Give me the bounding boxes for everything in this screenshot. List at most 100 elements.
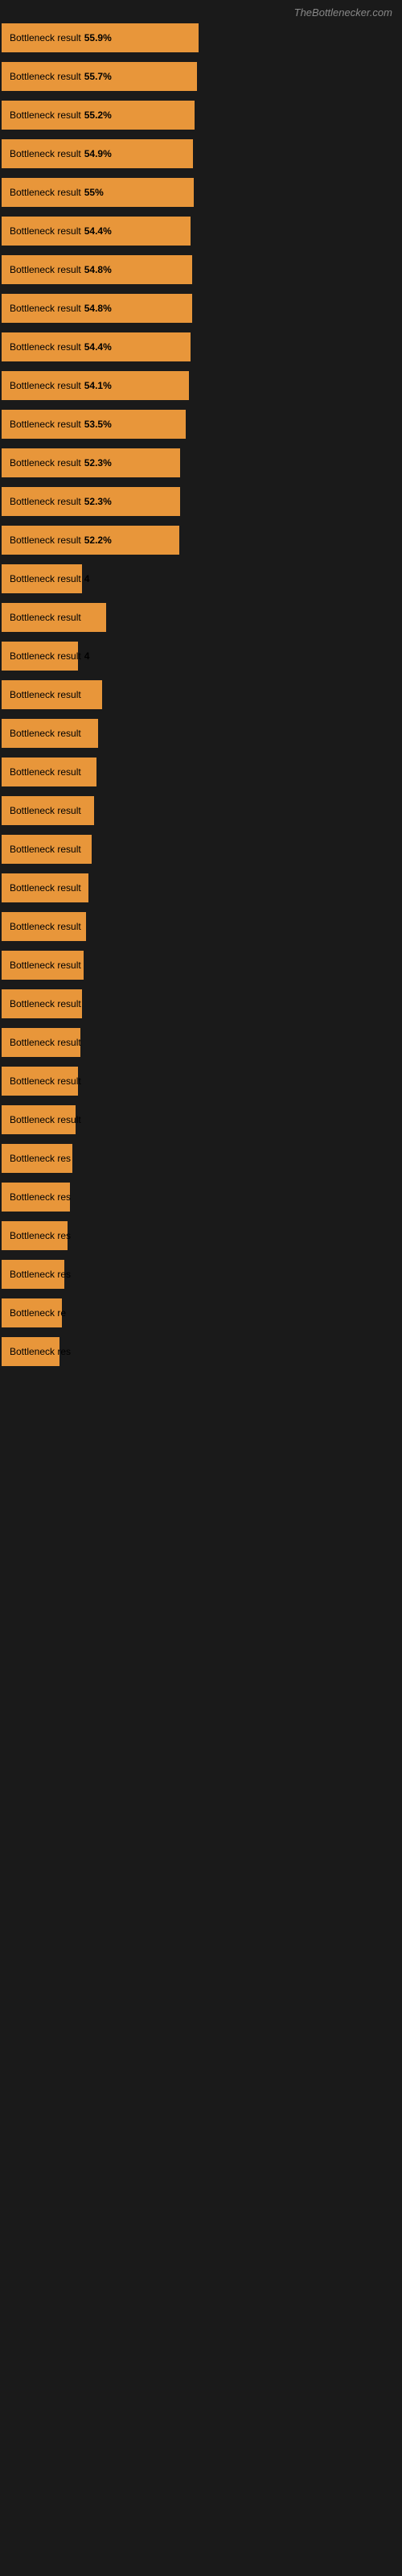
row-gap-21 bbox=[0, 865, 402, 872]
row-gap-16 bbox=[0, 672, 402, 679]
bar-row-14: Bottleneck result4 bbox=[0, 563, 402, 595]
bar-label-3: Bottleneck result bbox=[6, 148, 81, 159]
bar-30: Bottleneck res bbox=[2, 1183, 70, 1212]
bar-row-17: Bottleneck result bbox=[0, 679, 402, 711]
bar-label-1: Bottleneck result bbox=[6, 71, 81, 82]
bar-label-13: Bottleneck result bbox=[6, 535, 81, 546]
bar-value-2: 55.2% bbox=[84, 109, 112, 121]
bar-value-12: 52.3% bbox=[84, 496, 112, 507]
bar-value-11: 52.3% bbox=[84, 457, 112, 469]
bar-row-12: Bottleneck result52.3% bbox=[0, 485, 402, 518]
bar-label-30: Bottleneck res bbox=[6, 1191, 71, 1203]
row-gap-23 bbox=[0, 943, 402, 949]
bar-label-23: Bottleneck result bbox=[6, 921, 81, 932]
bar-row-32: Bottleneck res bbox=[0, 1258, 402, 1290]
row-gap-13 bbox=[0, 556, 402, 563]
bar-label-15: Bottleneck result bbox=[6, 612, 81, 623]
bar-label-21: Bottleneck result bbox=[6, 844, 81, 855]
row-gap-34 bbox=[0, 1368, 402, 1374]
bar-label-22: Bottleneck result bbox=[6, 882, 81, 894]
bar-label-4: Bottleneck result bbox=[6, 187, 81, 198]
bar-7: Bottleneck result54.8% bbox=[2, 294, 192, 323]
bar-label-2: Bottleneck result bbox=[6, 109, 81, 121]
bar-24: Bottleneck result bbox=[2, 951, 84, 980]
row-gap-31 bbox=[0, 1252, 402, 1258]
bar-label-19: Bottleneck result bbox=[6, 766, 81, 778]
bar-value-1: 55.7% bbox=[84, 71, 112, 82]
row-gap-19 bbox=[0, 788, 402, 795]
row-gap-1 bbox=[0, 93, 402, 99]
bar-row-0: Bottleneck result55.9% bbox=[0, 22, 402, 54]
bar-row-29: Bottleneck res bbox=[0, 1142, 402, 1174]
bar-row-1: Bottleneck result55.7% bbox=[0, 60, 402, 93]
bar-label-27: Bottleneck result bbox=[6, 1075, 81, 1087]
bar-label-8: Bottleneck result bbox=[6, 341, 81, 353]
bar-25: Bottleneck result bbox=[2, 989, 82, 1018]
bar-row-30: Bottleneck res bbox=[0, 1181, 402, 1213]
bar-value-16: 4 bbox=[84, 650, 90, 662]
bar-label-25: Bottleneck result bbox=[6, 998, 81, 1009]
row-gap-26 bbox=[0, 1059, 402, 1065]
bar-row-24: Bottleneck result bbox=[0, 949, 402, 981]
bar-label-28: Bottleneck result bbox=[6, 1114, 81, 1125]
bar-label-5: Bottleneck result bbox=[6, 225, 81, 237]
bar-label-14: Bottleneck result bbox=[6, 573, 81, 584]
bar-label-7: Bottleneck result bbox=[6, 303, 81, 314]
bar-2: Bottleneck result55.2% bbox=[2, 101, 195, 130]
bar-1: Bottleneck result55.7% bbox=[2, 62, 197, 91]
bar-value-4: 55% bbox=[84, 187, 104, 198]
row-gap-32 bbox=[0, 1290, 402, 1297]
bar-5: Bottleneck result54.4% bbox=[2, 217, 191, 246]
bar-row-9: Bottleneck result54.1% bbox=[0, 369, 402, 402]
bar-label-9: Bottleneck result bbox=[6, 380, 81, 391]
bar-18: Bottleneck result bbox=[2, 719, 98, 748]
row-gap-27 bbox=[0, 1097, 402, 1104]
bar-label-0: Bottleneck result bbox=[6, 32, 81, 43]
bar-row-26: Bottleneck result bbox=[0, 1026, 402, 1059]
bar-label-20: Bottleneck result bbox=[6, 805, 81, 816]
row-gap-3 bbox=[0, 170, 402, 176]
bar-label-33: Bottleneck re bbox=[6, 1307, 66, 1319]
bar-4: Bottleneck result55% bbox=[2, 178, 194, 207]
bar-row-33: Bottleneck re bbox=[0, 1297, 402, 1329]
bar-label-11: Bottleneck result bbox=[6, 457, 81, 469]
bars-container: Bottleneck result55.9%Bottleneck result5… bbox=[0, 22, 402, 1374]
bar-label-32: Bottleneck res bbox=[6, 1269, 71, 1280]
bar-13: Bottleneck result52.2% bbox=[2, 526, 179, 555]
row-gap-9 bbox=[0, 402, 402, 408]
bar-row-23: Bottleneck result bbox=[0, 910, 402, 943]
bar-label-34: Bottleneck res bbox=[6, 1346, 71, 1357]
bar-row-31: Bottleneck res bbox=[0, 1220, 402, 1252]
bar-23: Bottleneck result bbox=[2, 912, 86, 941]
bar-row-28: Bottleneck result bbox=[0, 1104, 402, 1136]
bar-row-3: Bottleneck result54.9% bbox=[0, 138, 402, 170]
row-gap-5 bbox=[0, 247, 402, 254]
site-header: TheBottlenecker.com bbox=[0, 0, 402, 22]
bar-6: Bottleneck result54.8% bbox=[2, 255, 192, 284]
bar-value-13: 52.2% bbox=[84, 535, 112, 546]
bar-row-13: Bottleneck result52.2% bbox=[0, 524, 402, 556]
bar-value-14: 4 bbox=[84, 573, 90, 584]
bar-row-6: Bottleneck result54.8% bbox=[0, 254, 402, 286]
row-gap-0 bbox=[0, 54, 402, 60]
bar-row-15: Bottleneck result bbox=[0, 601, 402, 634]
bar-17: Bottleneck result bbox=[2, 680, 102, 709]
row-gap-33 bbox=[0, 1329, 402, 1335]
row-gap-10 bbox=[0, 440, 402, 447]
row-gap-25 bbox=[0, 1020, 402, 1026]
bar-31: Bottleneck res bbox=[2, 1221, 68, 1250]
bar-row-18: Bottleneck result bbox=[0, 717, 402, 749]
bar-27: Bottleneck result bbox=[2, 1067, 78, 1096]
bar-label-6: Bottleneck result bbox=[6, 264, 81, 275]
bar-15: Bottleneck result bbox=[2, 603, 106, 632]
bar-label-31: Bottleneck res bbox=[6, 1230, 71, 1241]
row-gap-6 bbox=[0, 286, 402, 292]
bar-label-12: Bottleneck result bbox=[6, 496, 81, 507]
bar-34: Bottleneck res bbox=[2, 1337, 59, 1366]
bar-row-19: Bottleneck result bbox=[0, 756, 402, 788]
bar-label-26: Bottleneck result bbox=[6, 1037, 81, 1048]
bar-row-5: Bottleneck result54.4% bbox=[0, 215, 402, 247]
bar-0: Bottleneck result55.9% bbox=[2, 23, 199, 52]
row-gap-14 bbox=[0, 595, 402, 601]
bar-32: Bottleneck res bbox=[2, 1260, 64, 1289]
